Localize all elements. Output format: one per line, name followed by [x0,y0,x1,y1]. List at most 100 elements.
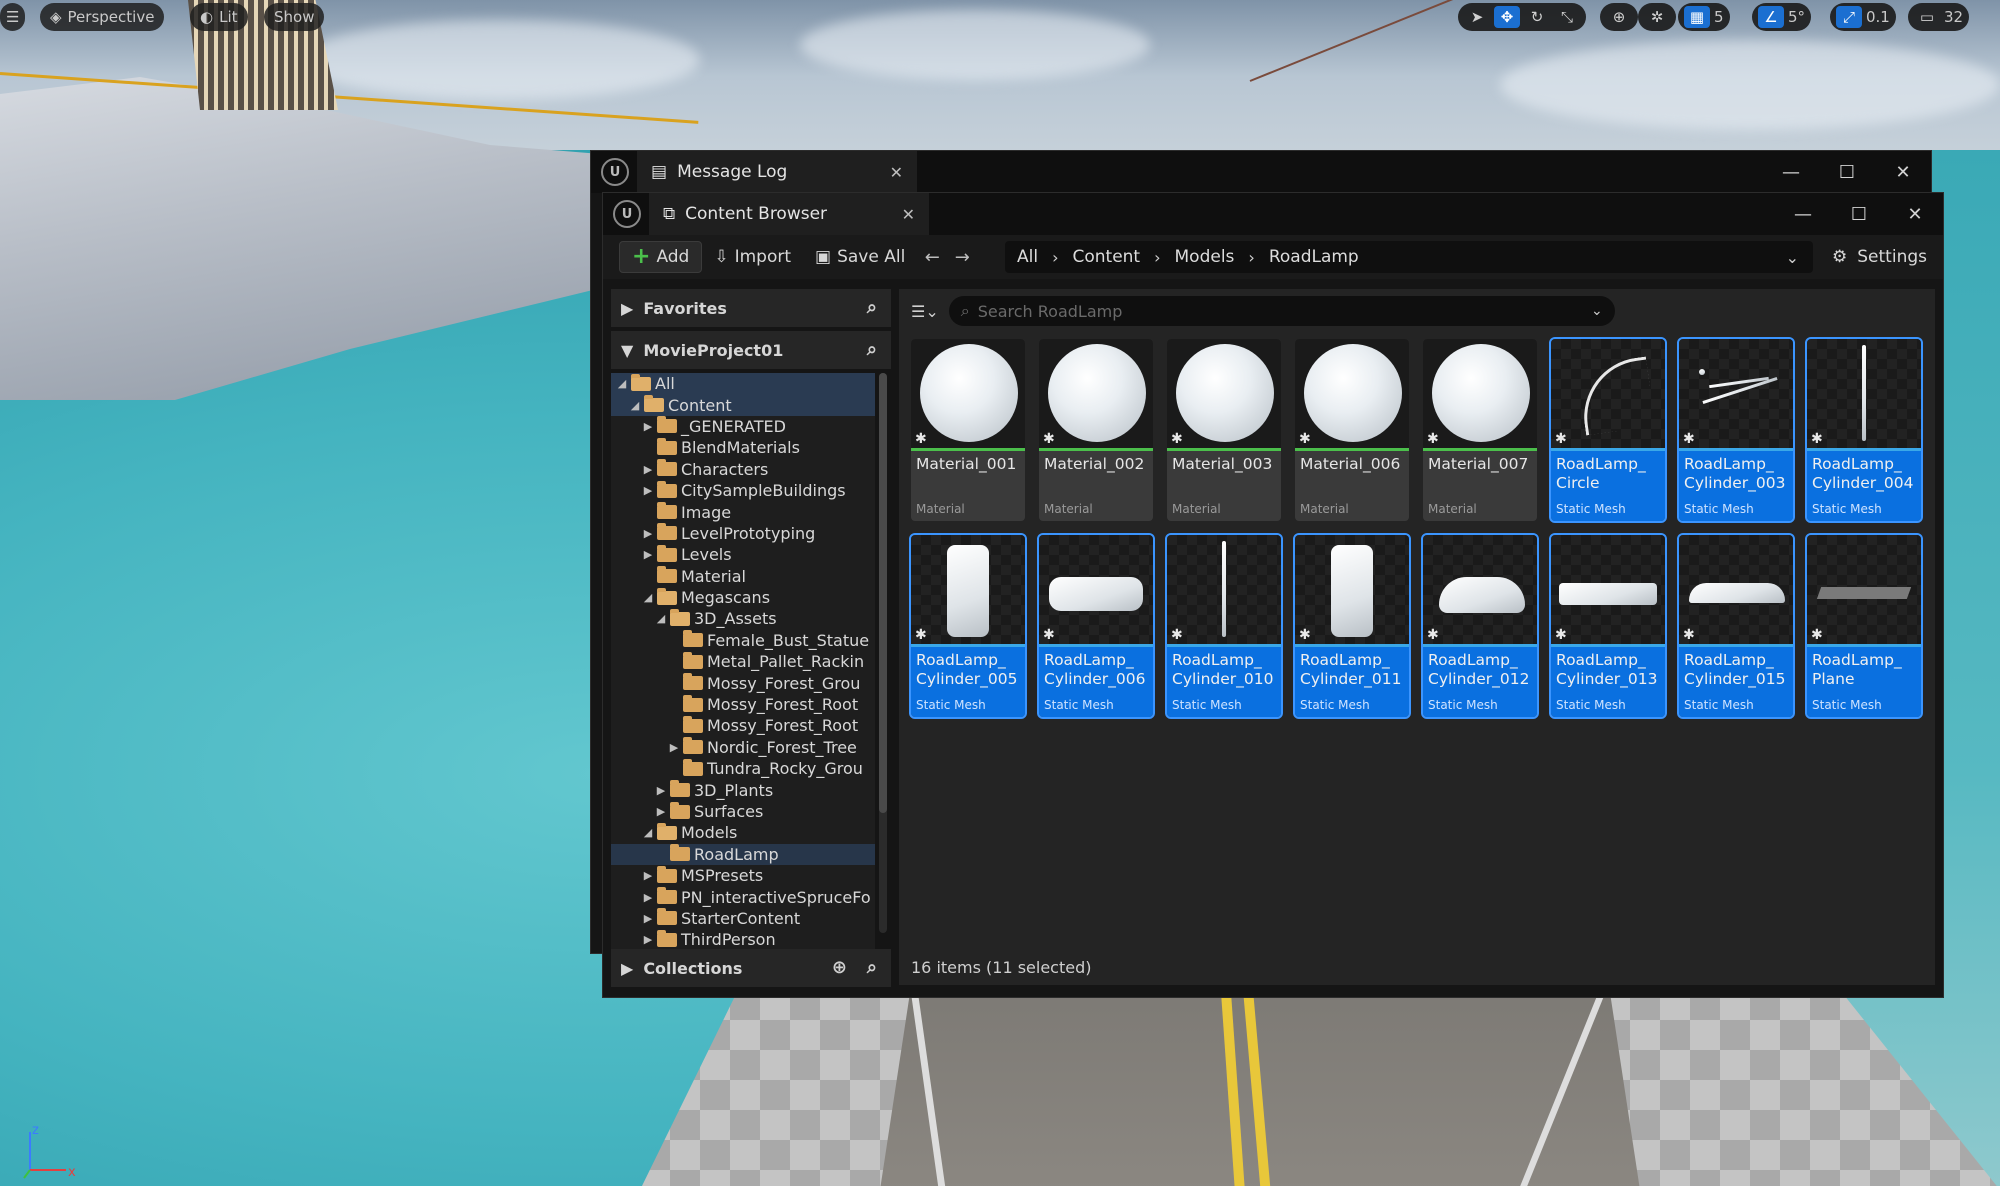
asset-tile[interactable]: ✱ Material_007 Material [1423,339,1537,521]
tree-item[interactable]: Material [611,566,875,587]
close-tab-icon[interactable]: ✕ [890,163,903,182]
tab-content-browser[interactable]: ⧉ Content Browser ✕ [649,193,929,235]
breadcrumb-item-content[interactable]: Content [1072,247,1140,267]
close-icon[interactable]: ✕ [1875,151,1931,193]
collapsed-caret-icon[interactable]: ▶ [641,933,655,946]
breadcrumb-item-roadlamp[interactable]: RoadLamp [1269,247,1359,267]
settings-button[interactable]: ⚙ Settings [1832,241,1927,273]
back-arrow-icon[interactable]: ← [917,242,947,272]
tree-item[interactable]: ▶ PN_interactiveSpruceFo [611,886,875,907]
collapsed-caret-icon[interactable]: ▶ [667,741,681,754]
camera-speed-control[interactable]: ▭ 32 [1908,3,1970,31]
chevron-right-icon[interactable]: › [1248,248,1254,267]
asset-tile[interactable]: ✱ RoadLamp_ Cylinder_012 Static Mesh [1421,533,1539,719]
collapsed-caret-icon[interactable]: ▶ [654,805,668,818]
message-log-titlebar[interactable]: U ▤ Message Log ✕ — ☐ ✕ [591,151,1931,193]
asset-tile[interactable]: ✱ RoadLamp_ Cylinder_011 Static Mesh [1293,533,1411,719]
asset-tile[interactable]: ✱ RoadLamp_ Cylinder_005 Static Mesh [909,533,1027,719]
filter-icon[interactable]: ☰⌄ [911,302,939,321]
scrollbar-thumb[interactable] [879,373,887,813]
lit-button[interactable]: ◐ Lit [190,3,248,31]
search-input[interactable] [977,301,1538,321]
expanded-caret-icon[interactable]: ◢ [615,377,629,390]
chevron-right-icon[interactable]: › [1052,248,1058,267]
search-icon[interactable]: ⌕ [867,339,877,360]
tree-item[interactable]: ▶ Nordic_Forest_Tree [611,737,875,758]
expanded-caret-icon[interactable]: ◢ [641,591,655,604]
tree-item[interactable]: ▶ ThirdPerson [611,929,875,949]
angle-snap-control[interactable]: ∠ 5° [1752,3,1812,31]
project-header[interactable]: ▼ MovieProject01 ⌕ [611,331,891,369]
asset-tile[interactable]: ✱ Material_001 Material [911,339,1025,521]
save-all-button[interactable]: ▣ Save All [803,241,917,273]
asset-tile[interactable]: ✱ RoadLamp_ Cylinder_010 Static Mesh [1165,533,1283,719]
collapsed-caret-icon[interactable]: ▶ [641,891,655,904]
chevron-down-icon[interactable]: ⌄ [1786,248,1799,267]
world-local-toggle[interactable]: ⊕ [1600,3,1638,31]
chevron-down-icon[interactable]: ⌄ [1591,303,1603,319]
collapsed-caret-icon[interactable]: ▶ [641,548,655,561]
tree-item[interactable]: RoadLamp [611,843,875,865]
grid-snap-control[interactable]: ▦ 5 [1678,3,1730,31]
tree-item[interactable]: ◢ Models [611,822,875,843]
scale-icon[interactable]: ⤡ [1554,6,1580,28]
tree-item[interactable]: BlendMaterials [611,437,875,458]
collapsed-caret-icon[interactable]: ▶ [641,912,655,925]
tree-item[interactable]: ▶ 3D_Plants [611,779,875,800]
search-icon[interactable]: ⌕ [867,297,877,318]
tree-item[interactable]: ◢ Megascans [611,587,875,608]
tree-item[interactable]: ▶ Surfaces [611,801,875,822]
collapsed-caret-icon[interactable]: ▶ [641,869,655,882]
collapsed-caret-icon[interactable]: ▶ [654,784,668,797]
tree-item[interactable]: ▶ Characters [611,459,875,480]
tree-item[interactable]: ▶ LevelPrototyping [611,523,875,544]
tree-item[interactable]: Mossy_Forest_Root [611,715,875,736]
tree-item[interactable]: Female_Bust_Statue [611,630,875,651]
expanded-caret-icon[interactable]: ◢ [641,826,655,839]
minimize-icon[interactable]: — [1763,151,1819,193]
minimize-icon[interactable]: — [1775,193,1831,235]
tree-item[interactable]: Metal_Pallet_Rackin [611,651,875,672]
maximize-icon[interactable]: ☐ [1819,151,1875,193]
asset-tile[interactable]: ✱ RoadLamp_ Cylinder_004 Static Mesh [1805,337,1923,523]
tab-message-log[interactable]: ▤ Message Log ✕ [637,151,917,193]
close-tab-icon[interactable]: ✕ [902,205,915,224]
content-browser-window[interactable]: U ⧉ Content Browser ✕ — ☐ ✕ + Add ⇩ Impo… [602,192,1944,998]
add-collection-icon[interactable]: ⊕ [832,957,847,978]
breadcrumb-item-models[interactable]: Models [1175,247,1235,267]
asset-tile[interactable]: ✱ Material_002 Material [1039,339,1153,521]
import-button[interactable]: ⇩ Import [702,241,803,273]
translate-icon[interactable]: ✥ [1494,6,1520,28]
tree-scrollbar[interactable] [879,373,887,933]
chevron-right-icon[interactable]: › [1154,248,1160,267]
show-button[interactable]: Show [264,3,325,31]
search-icon[interactable]: ⌕ [867,957,877,978]
favorites-header[interactable]: ▶ Favorites ⌕ [611,289,891,327]
content-browser-titlebar[interactable]: U ⧉ Content Browser ✕ — ☐ ✕ [603,193,1943,235]
breadcrumb-item-all[interactable]: All [1017,247,1038,267]
maximize-icon[interactable]: ☐ [1831,193,1887,235]
rotate-icon[interactable]: ↻ [1524,6,1550,28]
scale-snap-control[interactable]: ⤢ 0.1 [1830,3,1896,31]
tree-item[interactable]: ▶ MSPresets [611,865,875,886]
asset-tile[interactable]: ✱ RoadLamp_ Plane Static Mesh [1805,533,1923,719]
expanded-caret-icon[interactable]: ◢ [628,399,642,412]
tree-item[interactable]: ▶ StarterContent [611,908,875,929]
asset-tile[interactable]: ✱ RoadLamp_ Cylinder_006 Static Mesh [1037,533,1155,719]
viewport-menu-button[interactable]: ☰ [0,3,26,31]
tree-item[interactable]: Tundra_Rocky_Grou [611,758,875,779]
select-arrow-icon[interactable]: ➤ [1464,6,1490,28]
expanded-caret-icon[interactable]: ◢ [654,612,668,625]
forward-arrow-icon[interactable]: → [947,242,977,272]
surface-snap-toggle[interactable]: ✲ [1638,3,1676,31]
tree-item[interactable]: Image [611,501,875,522]
close-icon[interactable]: ✕ [1887,193,1943,235]
tree-item[interactable]: ▶ _GENERATED [611,416,875,437]
tree-item[interactable]: ▶ CitySampleBuildings [611,480,875,501]
collapsed-caret-icon[interactable]: ▶ [641,527,655,540]
perspective-button[interactable]: ◈ Perspective [40,3,165,31]
asset-tile[interactable]: ✱ RoadLamp_ Cylinder_013 Static Mesh [1549,533,1667,719]
collapsed-caret-icon[interactable]: ▶ [641,484,655,497]
collapsed-caret-icon[interactable]: ▶ [641,420,655,433]
asset-tile[interactable]: ✱ RoadLamp_ Circle Static Mesh [1549,337,1667,523]
